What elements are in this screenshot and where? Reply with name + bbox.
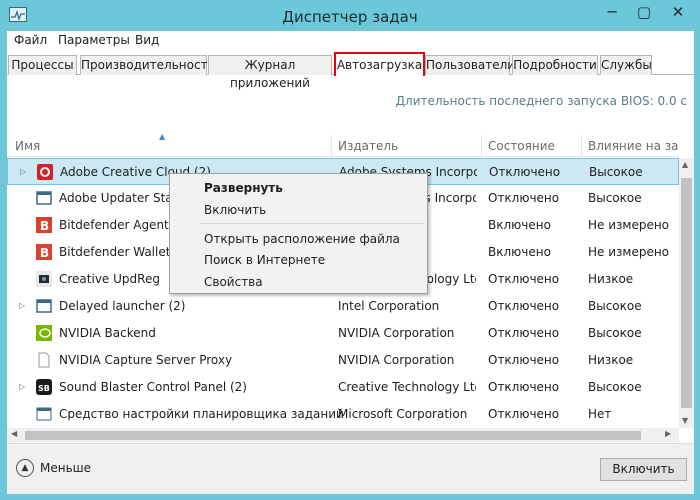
status: Отключено (488, 272, 560, 286)
status: Отключено (488, 380, 560, 394)
column-status[interactable]: Состояние (488, 139, 555, 153)
status: Отключено (489, 165, 561, 179)
menu-file[interactable]: Файл (14, 33, 47, 47)
vertical-scrollbar[interactable]: ▲ ▼ (679, 158, 694, 428)
menu-bar: Файл Параметры Вид (7, 31, 694, 51)
expand-arrow-icon[interactable]: ▷ (19, 382, 25, 391)
table-row[interactable]: ▷ Delayed launcher (2) Intel Corporation От… (7, 293, 679, 320)
column-publisher[interactable]: Издатель (338, 139, 398, 153)
svg-text:B: B (40, 219, 49, 233)
context-menu: Развернуть Включить Открыть расположение… (169, 173, 428, 294)
table-row[interactable]: NVIDIA Capture Server Proxy NVIDIA Corpor… (7, 347, 679, 374)
table-row[interactable]: ▷ SB Sound Blaster Control Panel (2) Creati… (7, 374, 679, 401)
menu-options[interactable]: Параметры (58, 33, 130, 47)
menu-separator (200, 223, 425, 224)
scroll-up-icon[interactable]: ▲ (682, 160, 688, 169)
creative-updreg-icon (36, 271, 52, 287)
startup-impact: Высокое (588, 326, 642, 340)
scroll-thumb[interactable] (681, 178, 692, 408)
startup-impact: Высокое (588, 299, 642, 313)
horizontal-scrollbar[interactable]: ◀ ▶ (7, 428, 679, 442)
table-row[interactable]: NVIDIA Backend NVIDIA Corporation Отключен… (7, 320, 679, 347)
svg-text:B: B (40, 246, 49, 260)
startup-impact: Высокое (588, 380, 642, 394)
menu-item-search-online[interactable]: Поиск в Интернете (204, 253, 325, 267)
bios-last-time: Длительность последнего запуска BIOS: 0.… (395, 94, 687, 108)
scroll-down-icon[interactable]: ▼ (682, 416, 688, 425)
app-name: Bitdefender Agent (59, 218, 169, 232)
startup-impact: Не измерено (588, 218, 670, 232)
scroll-left-icon[interactable]: ◀ (11, 429, 17, 438)
status: Включено (488, 245, 551, 259)
scroll-right-icon[interactable]: ▶ (665, 429, 671, 438)
menu-item-enable[interactable]: Включить (204, 203, 266, 217)
window-title: Диспетчер задач (282, 8, 418, 26)
bitdefender-icon: B (36, 217, 52, 233)
task-manager-window: Диспетчер задач ─ ▢ ✕ Файл Параметры Вид… (0, 0, 700, 500)
title-bar[interactable]: Диспетчер задач ─ ▢ ✕ (0, 0, 700, 32)
startup-impact: Нет (588, 407, 612, 421)
status: Отключено (488, 353, 560, 367)
app-name: Sound Blaster Control Panel (2) (59, 380, 247, 394)
startup-impact: Низкое (588, 353, 634, 367)
app-name: Creative UpdReg (59, 272, 160, 286)
startup-impact: Высокое (588, 191, 642, 205)
app-name: Delayed launcher (2) (59, 299, 186, 313)
close-button[interactable]: ✕ (664, 2, 692, 24)
menu-item-open-file-location[interactable]: Открыть расположение файла (204, 232, 400, 246)
footer-bar: ▲ Меньше Включить (7, 443, 694, 494)
status: Отключено (488, 326, 560, 340)
tab-app-history[interactable]: Журнал приложений (208, 55, 332, 90)
minimize-button[interactable]: ─ (598, 2, 626, 24)
generic-app-icon (36, 190, 52, 206)
generic-app-icon (36, 298, 52, 314)
adobe-cc-icon (37, 164, 53, 180)
nvidia-icon (36, 325, 52, 341)
expand-arrow-icon[interactable]: ▷ (19, 301, 25, 310)
sound-blaster-icon: SB (36, 379, 52, 395)
column-name[interactable]: Имя (15, 139, 40, 153)
svg-text:SB: SB (38, 384, 50, 393)
document-icon (36, 352, 52, 368)
status: Включено (488, 218, 551, 232)
tab-bar: Процессы Производительность Журнал прило… (7, 52, 694, 90)
table-row[interactable]: Средство настройки планировщика заданий M… (7, 401, 679, 428)
publisher: NVIDIA Corporation (338, 353, 455, 367)
app-name: NVIDIA Backend (59, 326, 156, 340)
maximize-button[interactable]: ▢ (630, 2, 658, 24)
publisher: NVIDIA Corporation (338, 326, 455, 340)
expand-arrow-icon[interactable]: ▷ (20, 167, 26, 176)
app-name: Средство настройки планировщика заданий (59, 407, 344, 421)
scheduler-icon (36, 406, 52, 422)
menu-item-properties[interactable]: Свойства (204, 275, 263, 289)
status: Отключено (488, 299, 560, 313)
chevron-up-icon: ▲ (16, 459, 34, 477)
tab-users[interactable]: Пользователи (425, 55, 515, 75)
scroll-thumb[interactable] (25, 431, 641, 440)
menu-view[interactable]: Вид (135, 33, 159, 47)
table-header: Имя Издатель Состояние Влияние на за... (7, 135, 679, 161)
tab-services[interactable]: Службы (600, 55, 652, 75)
tab-processes[interactable]: Процессы (8, 55, 77, 75)
app-name: NVIDIA Capture Server Proxy (59, 353, 233, 367)
status: Отключено (488, 407, 560, 421)
publisher: Microsoft Corporation (338, 407, 468, 421)
tab-performance[interactable]: Производительность (80, 55, 215, 75)
status: Отключено (488, 191, 560, 205)
bitdefender-icon: B (36, 244, 52, 260)
enable-button[interactable]: Включить (600, 458, 687, 481)
tab-startup[interactable]: Автозагрузка (334, 52, 425, 76)
publisher: Creative Technology Ltd (338, 380, 476, 394)
menu-item-expand[interactable]: Развернуть (204, 181, 283, 195)
startup-impact: Не измерено (588, 245, 670, 259)
fewer-details-label: Меньше (40, 461, 92, 475)
startup-impact: Высокое (589, 165, 643, 179)
publisher: Intel Corporation (338, 299, 440, 313)
startup-impact: Низкое (588, 272, 634, 286)
column-impact[interactable]: Влияние на за... (588, 139, 678, 153)
tab-details[interactable]: Подробности (512, 55, 598, 75)
